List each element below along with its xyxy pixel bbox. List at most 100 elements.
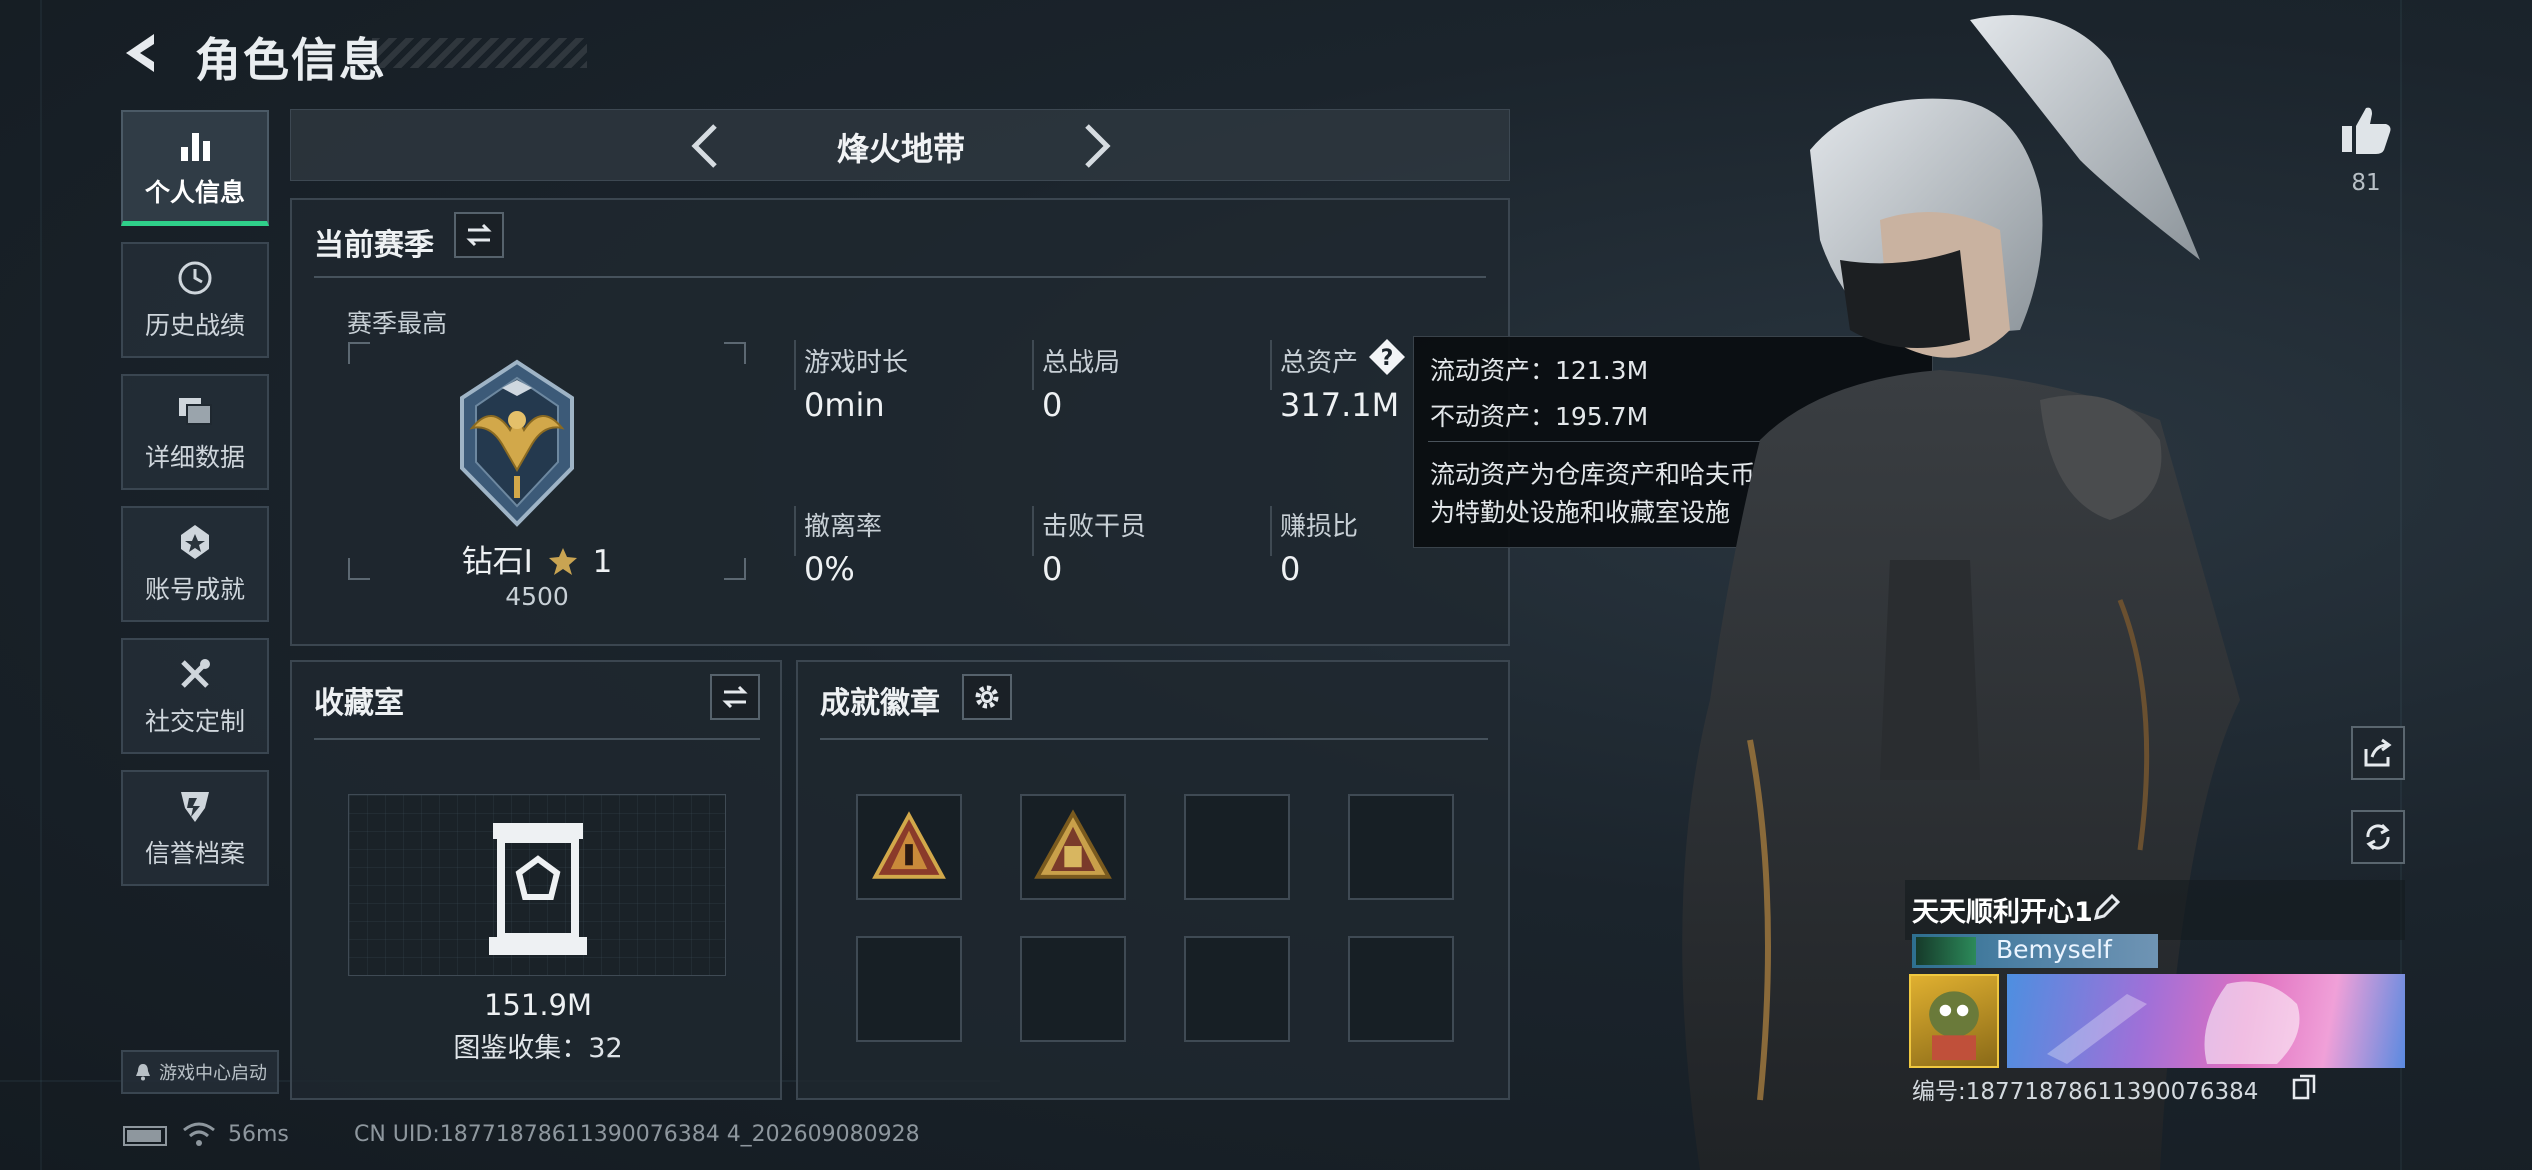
divider xyxy=(820,738,1488,740)
game-center-launch-button[interactable]: 游戏中心启动 xyxy=(121,1050,279,1094)
stat-label-kills: 击败干员 xyxy=(1042,512,1147,542)
title-badge-emblem xyxy=(1916,937,1976,965)
collection-panel: 收藏室 151.9M 图鉴收集：32 xyxy=(290,660,782,1100)
sidebar-item-label: 历史战绩 xyxy=(144,311,245,340)
sidebar-item-label: 详细数据 xyxy=(144,443,245,472)
stat-label-extract-rate: 撤离率 xyxy=(804,512,883,542)
frame-corner xyxy=(724,342,746,364)
badge-slot-empty[interactable] xyxy=(1348,794,1454,900)
stat-separator xyxy=(1032,340,1034,390)
player-id: 编号:18771878611390076384 xyxy=(1912,1079,2259,1105)
sidebar-item-credit[interactable]: 信誉档案 xyxy=(121,770,269,886)
shield-emblem-icon xyxy=(181,792,209,822)
banner-artwork-icon xyxy=(2047,981,2300,1064)
badge-slot[interactable] xyxy=(1020,794,1126,900)
back-button[interactable] xyxy=(118,28,168,78)
season-best-label: 赛季最高 xyxy=(347,309,448,338)
copy-id-button[interactable] xyxy=(2292,1074,2316,1100)
collection-switch-button[interactable] xyxy=(710,674,760,720)
back-arrow-icon xyxy=(126,34,154,72)
stat-label-playtime: 游戏时长 xyxy=(804,348,909,378)
share-icon xyxy=(2364,738,2392,767)
tooltip-liquid-assets: 流动资产：121.3M xyxy=(1430,356,1649,385)
tools-wrench-icon xyxy=(181,659,210,688)
badges-settings-button[interactable] xyxy=(962,674,1012,720)
thumbs-up-icon xyxy=(2342,107,2391,154)
share-button[interactable] xyxy=(2351,726,2405,780)
mode-selector-bar: 烽火地带 xyxy=(290,109,1510,181)
stat-label-total-assets: 总资产 xyxy=(1280,348,1359,378)
bell-icon xyxy=(136,1064,150,1081)
sidebar-item-social[interactable]: 社交定制 xyxy=(121,638,269,754)
badges-panel: 成就徽章 xyxy=(796,660,1510,1100)
season-switch-button[interactable] xyxy=(454,212,504,258)
rank-stars: 1 xyxy=(592,544,613,580)
rank-row: 钻石I 1 xyxy=(292,536,782,581)
stat-separator xyxy=(794,340,796,390)
prev-mode-button[interactable] xyxy=(681,120,731,172)
season-panel-title: 当前赛季 xyxy=(314,228,434,263)
sidebar-item-achievements[interactable]: 账号成就 xyxy=(121,506,269,622)
achievement-medal-icon xyxy=(181,525,209,559)
title-decoration xyxy=(372,38,587,68)
badge-slot-empty[interactable] xyxy=(1020,936,1126,1042)
player-name: 天天顺利开心1 xyxy=(1912,897,2093,928)
stat-value-profit-ratio: 0 xyxy=(1280,550,1301,588)
collection-value: 151.9M xyxy=(483,988,593,1022)
badge-slot-empty[interactable] xyxy=(1184,936,1290,1042)
stat-value-playtime: 0min xyxy=(804,386,885,424)
stat-separator xyxy=(794,506,796,556)
stat-separator xyxy=(1032,506,1034,556)
grid-line xyxy=(40,0,42,1170)
collection-preview[interactable] xyxy=(348,794,726,976)
sidebar-item-label: 账号成就 xyxy=(144,575,245,604)
rotate-button[interactable] xyxy=(2351,810,2405,864)
badge-slot[interactable] xyxy=(856,794,962,900)
like-button[interactable] xyxy=(2336,100,2396,160)
sidebar-item-label: 信誉档案 xyxy=(144,839,245,868)
uid-status-text: CN UID:18771878611390076384 4_2026090809… xyxy=(354,1122,920,1147)
mode-title: 烽火地带 xyxy=(836,130,965,168)
tooltip-fixed-assets: 不动资产：195.7M xyxy=(1430,402,1649,431)
sidebar-item-history[interactable]: 历史战绩 xyxy=(121,242,269,358)
badge-slot-empty[interactable] xyxy=(856,936,962,1042)
sidebar-item-label: 社交定制 xyxy=(144,707,245,736)
rank-points: 4500 xyxy=(505,582,569,611)
player-avatar[interactable] xyxy=(1909,974,1999,1068)
battery-icon xyxy=(123,1126,167,1146)
refresh-icon xyxy=(2366,823,2390,851)
launch-label: 游戏中心启动 xyxy=(159,1063,267,1084)
collection-count: 图鉴收集：32 xyxy=(453,1033,623,1064)
divider xyxy=(314,738,760,740)
bar-chart-icon xyxy=(181,132,210,161)
triangle-badge-icon xyxy=(1034,809,1112,879)
badge-slot-empty[interactable] xyxy=(1184,794,1290,900)
gear-icon xyxy=(975,685,999,709)
badges-panel-title: 成就徽章 xyxy=(820,686,940,721)
ping-text: 56ms xyxy=(228,1122,289,1147)
title-badge-text: Bemyself xyxy=(1996,935,2112,964)
stat-value-kills: 0 xyxy=(1042,550,1063,588)
swap-arrows-icon xyxy=(466,223,492,247)
question-mark-icon: ? xyxy=(1369,339,1405,375)
stat-label-matches: 总战局 xyxy=(1042,348,1121,378)
triangle-badge-icon xyxy=(872,811,946,879)
stat-value-extract-rate: 0% xyxy=(804,550,855,588)
stat-label-profit-ratio: 赚损比 xyxy=(1280,512,1359,542)
season-panel: 当前赛季 赛季最高 钻石I 1 4500 游戏时长 0min 总战局 0 总资产 xyxy=(290,198,1510,646)
assets-help-button[interactable]: ? xyxy=(1368,338,1406,376)
frame-corner xyxy=(348,342,370,364)
history-clock-icon xyxy=(178,261,212,295)
divider xyxy=(314,276,1486,278)
badge-slot-empty[interactable] xyxy=(1348,936,1454,1042)
player-banner[interactable] xyxy=(2007,974,2405,1068)
svg-text:?: ? xyxy=(1381,346,1394,371)
sidebar-item-detailed-data[interactable]: 详细数据 xyxy=(121,374,269,490)
next-mode-button[interactable] xyxy=(1071,120,1121,172)
stat-value-total-assets: 317.1M xyxy=(1280,386,1400,424)
swap-arrows-icon xyxy=(722,685,748,709)
stat-value-matches: 0 xyxy=(1042,386,1063,424)
edit-name-button[interactable] xyxy=(2092,892,2122,922)
stat-separator xyxy=(1270,340,1272,390)
sidebar-item-personal-info[interactable]: 个人信息 xyxy=(121,110,269,226)
